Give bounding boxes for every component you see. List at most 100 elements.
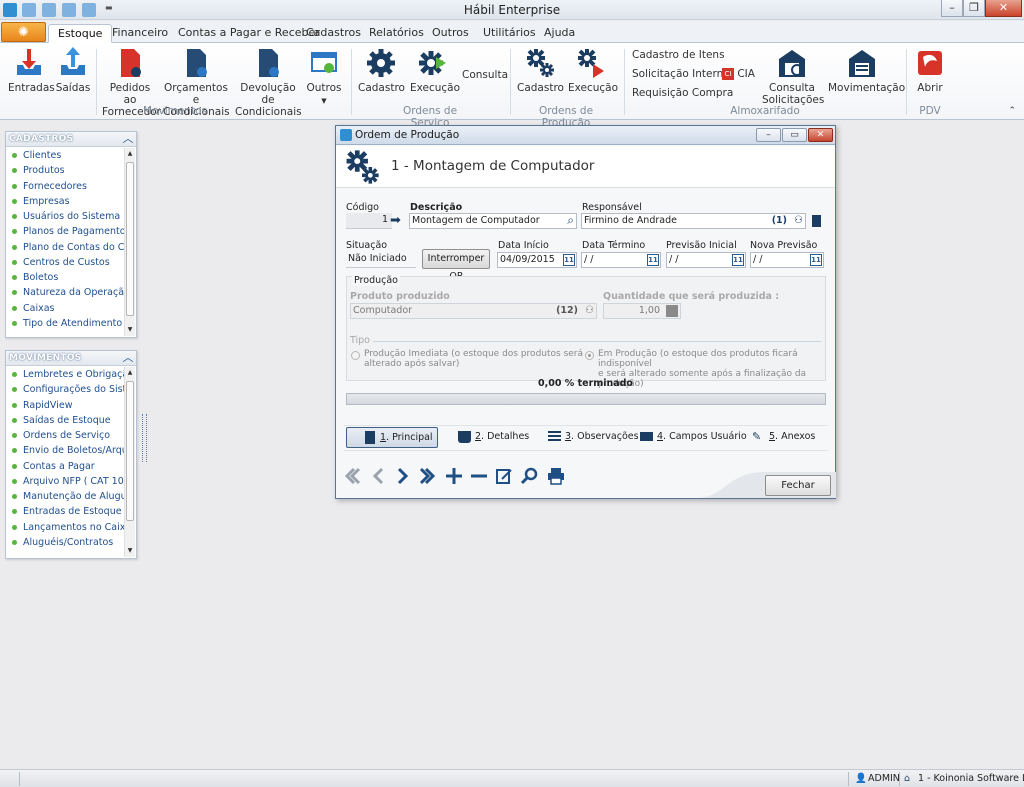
- list-item[interactable]: Ordens de Serviço: [6, 428, 124, 443]
- list-item[interactable]: Aluguéis/Contratos: [6, 535, 124, 550]
- search-icon[interactable]: [520, 466, 540, 486]
- scrollbar[interactable]: ▲ ▼: [124, 367, 135, 557]
- remove-icon[interactable]: [469, 466, 489, 486]
- producao-imediata-text: Produção Imediata (o estoque dos produto…: [364, 349, 584, 369]
- list-item[interactable]: RapidView: [6, 398, 124, 413]
- solicitacao-interna-button[interactable]: Solicitação Interna: [632, 68, 730, 80]
- tab-principal[interactable]: 1. Principal: [346, 427, 438, 448]
- dialog-maximize-button[interactable]: ▭: [782, 128, 807, 142]
- document-icon[interactable]: [812, 215, 821, 227]
- entradas-button[interactable]: Entradas: [8, 47, 55, 94]
- arrow-right-icon[interactable]: ➡: [390, 214, 404, 228]
- list-item[interactable]: Entradas de Estoque: [6, 504, 124, 519]
- scroll-up-icon[interactable]: ▲: [125, 367, 135, 379]
- calendar-icon[interactable]: 11: [810, 254, 822, 266]
- list-item[interactable]: Planos de Pagamentos: [6, 224, 124, 239]
- status-user: ADMIN: [868, 773, 900, 784]
- pdv-abrir-button[interactable]: Abrir: [912, 47, 948, 94]
- scroll-down-icon[interactable]: ▼: [125, 324, 135, 336]
- paperclip-icon: ✎: [752, 430, 762, 443]
- binoculars-icon[interactable]: ⚇: [794, 214, 803, 228]
- tab-relatorios[interactable]: Relatórios: [360, 24, 433, 43]
- outros-button[interactable]: Outros ▼: [304, 47, 344, 107]
- list-item[interactable]: Centros de Custos: [6, 255, 124, 270]
- list-item[interactable]: Fornecedores: [6, 179, 124, 194]
- tab-cadastros[interactable]: Cadastros: [297, 24, 370, 43]
- list-item[interactable]: Envio de Boletos/Arqui...: [6, 443, 124, 458]
- list-item[interactable]: Saídas de Estoque: [6, 413, 124, 428]
- calendar-icon[interactable]: 11: [647, 254, 659, 266]
- tab-detalhes[interactable]: 2. Detalhes: [458, 427, 529, 448]
- scroll-thumb[interactable]: [126, 381, 134, 521]
- tab-anexos[interactable]: ✎ 5. Anexos: [752, 427, 815, 448]
- tab-ajuda[interactable]: Ajuda: [535, 24, 584, 43]
- cia-button[interactable]: CI CIA: [722, 68, 755, 80]
- list-item[interactable]: Lançamentos no Caixa: [6, 520, 124, 535]
- list-item[interactable]: Configurações do Siste...: [6, 382, 124, 397]
- op-execucao-button[interactable]: Execução: [568, 47, 618, 94]
- codigo-label: Código: [346, 202, 379, 213]
- requisicao-compra-button[interactable]: Requisição Compra: [632, 87, 733, 99]
- scroll-up-icon[interactable]: ▲: [125, 148, 135, 160]
- add-icon[interactable]: [444, 466, 464, 486]
- op-cadastro-button[interactable]: Cadastro: [517, 47, 564, 94]
- panel-splitter[interactable]: [142, 414, 147, 462]
- collapse-chevron-icon[interactable]: ︿: [122, 352, 134, 364]
- first-record-icon[interactable]: [342, 466, 362, 486]
- calendar-icon[interactable]: 11: [732, 254, 744, 266]
- devolucao-condicionais-button[interactable]: Devolução de Condicionais: [235, 47, 302, 118]
- search-icon[interactable]: ⌕: [567, 214, 574, 227]
- list-item[interactable]: Manutenção de Alugué...: [6, 489, 124, 504]
- list-item[interactable]: Boletos: [6, 270, 124, 285]
- collapse-chevron-icon[interactable]: ︿: [122, 133, 134, 145]
- list-item[interactable]: Usuários do Sistema: [6, 209, 124, 224]
- tab-outros[interactable]: Outros: [423, 24, 478, 43]
- minimize-button[interactable]: –: [941, 0, 963, 17]
- data-termino-field[interactable]: / / 11: [581, 252, 661, 268]
- descricao-field[interactable]: Montagem de Computador ⌕: [409, 213, 577, 229]
- dialog-close-button[interactable]: ✕: [808, 128, 833, 142]
- scrollbar[interactable]: ▲ ▼: [124, 148, 135, 336]
- app-menu-button[interactable]: ✺: [1, 22, 46, 42]
- scroll-down-icon[interactable]: ▼: [125, 545, 135, 557]
- list-item[interactable]: Caixas: [6, 301, 124, 316]
- tab-observacoes[interactable]: 3. Observações: [548, 427, 639, 448]
- scroll-thumb[interactable]: [126, 162, 134, 316]
- last-record-icon[interactable]: [418, 466, 438, 486]
- edit-icon[interactable]: [494, 466, 514, 486]
- os-consulta-button[interactable]: Consulta: [462, 69, 508, 81]
- interromper-op-button[interactable]: Interromper OP: [422, 249, 490, 282]
- movimentacao-button[interactable]: Movimentação: [828, 47, 905, 94]
- previous-record-icon[interactable]: [368, 466, 388, 486]
- document-red-icon: [121, 49, 141, 77]
- tab-financeiro[interactable]: Financeiro: [103, 24, 177, 43]
- cadastro-itens-button[interactable]: Cadastro de Itens: [632, 49, 725, 61]
- maximize-button[interactable]: ❐: [963, 0, 985, 17]
- list-item[interactable]: Clientes: [6, 148, 124, 163]
- saidas-button[interactable]: Saídas: [54, 47, 92, 94]
- list-item[interactable]: Empresas: [6, 194, 124, 209]
- list-item[interactable]: Plano de Contas do Ca...: [6, 240, 124, 255]
- previsao-inicial-field[interactable]: / / 11: [666, 252, 746, 268]
- list-item[interactable]: Arquivo NFP ( CAT 102...: [6, 474, 124, 489]
- os-cadastro-button[interactable]: Cadastro: [358, 47, 405, 94]
- data-inicio-field[interactable]: 04/09/2015 11: [497, 252, 577, 268]
- dialog-minimize-button[interactable]: –: [756, 128, 781, 142]
- consulta-solicitacoes-button[interactable]: Consulta Solicitações: [762, 47, 824, 106]
- list-item[interactable]: Natureza da Operação: [6, 285, 124, 300]
- nova-previsao-field[interactable]: / / 11: [750, 252, 824, 268]
- fechar-button[interactable]: Fechar: [765, 475, 831, 496]
- responsavel-field[interactable]: Firmino de Andrade (1) ⚇: [581, 213, 806, 229]
- close-button[interactable]: ✕: [985, 0, 1022, 17]
- tab-campos-usuario[interactable]: 4. Campos Usuário: [640, 427, 747, 448]
- ribbon-collapse-icon[interactable]: ⌃: [1008, 106, 1016, 116]
- list-item[interactable]: Lembretes e Obrigação...: [6, 367, 124, 382]
- list-item[interactable]: Contas a Pagar: [6, 459, 124, 474]
- next-record-icon[interactable]: [393, 466, 413, 486]
- calendar-icon[interactable]: 11: [563, 254, 575, 266]
- list-item[interactable]: Produtos: [6, 163, 124, 178]
- list-item[interactable]: Tipo de Atendimento: [6, 316, 124, 331]
- codigo-field[interactable]: 1: [346, 213, 392, 229]
- print-icon[interactable]: [546, 466, 566, 486]
- os-execucao-button[interactable]: Execução: [410, 47, 460, 94]
